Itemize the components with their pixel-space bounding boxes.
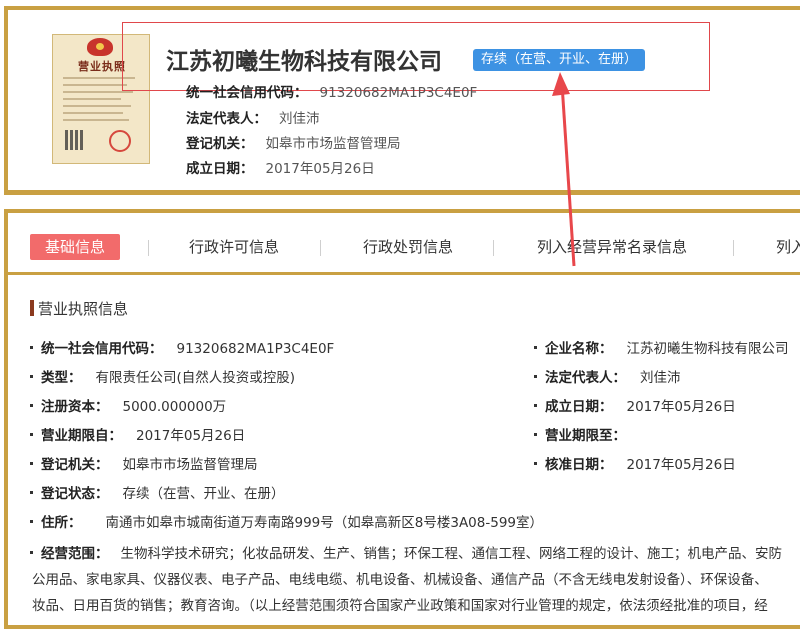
field-label: 核准日期： — [545, 457, 613, 473]
license-text-line — [63, 105, 131, 107]
header-row-legal-rep: 法定代表人： 刘佳沛 — [186, 107, 320, 127]
field-term-to: 营业期限至： — [534, 424, 640, 444]
field-founded-date: 成立日期： 2017年05月26日 — [534, 395, 736, 415]
header-label: 成立日期： — [186, 161, 254, 177]
bullet — [534, 404, 537, 407]
field-label: 注册资本： — [41, 399, 109, 415]
header-row-founded: 成立日期： 2017年05月26日 — [186, 157, 375, 177]
section-title: 营业执照信息 — [30, 298, 128, 319]
bullet — [30, 551, 33, 554]
field-term-from: 营业期限自： 2017年05月26日 — [30, 424, 245, 444]
bullet — [30, 462, 33, 465]
field-label: 法定代表人： — [545, 370, 626, 386]
field-company-name: 企业名称： 江苏初曦生物科技有限公司 — [534, 337, 789, 357]
national-emblem-icon — [87, 38, 113, 56]
bullet — [30, 520, 33, 523]
field-label: 登记状态： — [41, 486, 109, 502]
bullet — [30, 433, 33, 436]
scope-text-line: 公用品、家电家具、仪器仪表、电子产品、电线电缆、机电设备、机械设备、通信产品（不… — [32, 572, 768, 588]
field-value: 南通市如皋市城南街道万寿南路999号（如皋高新区8号楼3A08-599室） — [105, 515, 544, 531]
field-registered-capital: 注册资本： 5000.000000万 — [30, 395, 226, 415]
qr-code-icon — [65, 130, 85, 150]
scope-text-line: 生物科学技术研究；化妆品研发、生产、销售；环保工程、通信工程、网络工程的设计、施… — [120, 546, 783, 562]
tab-separator — [493, 240, 494, 256]
bullet — [534, 375, 537, 378]
field-value: 2017年05月26日 — [626, 399, 736, 415]
field-address: 住所： 南通市如皋市城南街道万寿南路999号（如皋高新区8号楼3A08-599室） — [30, 511, 543, 531]
field-value: 存续（在营、开业、在册） — [122, 486, 285, 502]
field-value: 江苏初曦生物科技有限公司 — [626, 341, 789, 357]
bullet — [30, 346, 33, 349]
field-value: 如皋市市场监督管理局 — [122, 457, 258, 473]
bullet — [30, 404, 33, 407]
header-label: 登记机关： — [186, 136, 254, 152]
field-label: 登记机关： — [41, 457, 109, 473]
license-text-line — [63, 98, 121, 100]
field-label: 成立日期： — [545, 399, 613, 415]
license-text-line — [63, 84, 127, 86]
tab-admin-license[interactable]: 行政许可信息 — [189, 234, 279, 260]
field-value: 5000.000000万 — [122, 399, 227, 415]
header-label: 统一社会信用代码： — [186, 85, 308, 101]
license-text-line — [63, 119, 129, 121]
tab-more[interactable]: 列入 — [776, 234, 800, 260]
field-authority: 登记机关： 如皋市市场监督管理局 — [30, 453, 258, 473]
bullet — [30, 375, 33, 378]
field-credit-code: 统一社会信用代码： 91320682MA1P3C4E0F — [30, 337, 334, 357]
tab-separator — [320, 240, 321, 256]
section-title-text: 营业执照信息 — [38, 300, 129, 318]
field-label: 企业名称： — [545, 341, 613, 357]
bullet — [534, 433, 537, 436]
field-value: 91320682MA1P3C4E0F — [176, 341, 335, 357]
field-label: 经营范围： — [41, 546, 109, 562]
field-label: 类型： — [41, 370, 82, 386]
card-divider — [4, 192, 800, 195]
bullet — [534, 346, 537, 349]
tabs-divider — [8, 272, 800, 275]
header-value: 2017年05月26日 — [265, 161, 375, 177]
field-business-scope: 经营范围： 生物科学技术研究；化妆品研发、生产、销售；环保工程、通信工程、网络工程… — [30, 541, 800, 619]
tab-separator — [733, 240, 734, 256]
header-value: 如皋市市场监督管理局 — [265, 136, 401, 152]
field-approval-date: 核准日期： 2017年05月26日 — [534, 453, 736, 473]
tab-basic-info[interactable]: 基础信息 — [30, 234, 121, 260]
bullet — [534, 462, 537, 465]
field-label: 住所： — [41, 515, 82, 531]
field-value: 2017年05月26日 — [626, 457, 736, 473]
header-value: 刘佳沛 — [279, 111, 320, 127]
field-legal-rep: 法定代表人： 刘佳沛 — [534, 366, 681, 386]
field-label: 营业期限自： — [41, 428, 122, 444]
license-text-line — [63, 91, 133, 93]
bullet — [30, 491, 33, 494]
annotation-arrow-icon — [552, 72, 576, 267]
field-type: 类型： 有限责任公司(自然人投资或控股) — [30, 366, 295, 386]
field-value: 刘佳沛 — [640, 370, 681, 386]
section-marker — [30, 300, 34, 316]
official-seal-icon — [109, 130, 131, 152]
header-label: 法定代表人： — [186, 111, 267, 127]
scope-text-line: 妆品、日用百货的销售；教育咨询。（以上经营范围须符合国家产业政策和国家对行业管理… — [32, 598, 768, 614]
tab-separator — [148, 240, 149, 256]
tab-admin-penalty[interactable]: 行政处罚信息 — [363, 234, 453, 260]
license-text-line — [63, 112, 123, 114]
field-value: 2017年05月26日 — [136, 428, 246, 444]
header-value: 91320682MA1P3C4E0F — [319, 85, 478, 101]
field-label: 营业期限至： — [545, 428, 626, 444]
header-row-authority: 登记机关： 如皋市市场监督管理局 — [186, 132, 401, 152]
header-row-credit-code: 统一社会信用代码： 91320682MA1P3C4E0F — [186, 81, 477, 101]
field-reg-status: 登记状态： 存续（在营、开业、在册） — [30, 482, 285, 502]
field-value: 有限责任公司(自然人投资或控股) — [95, 370, 296, 386]
field-label: 统一社会信用代码： — [41, 341, 163, 357]
